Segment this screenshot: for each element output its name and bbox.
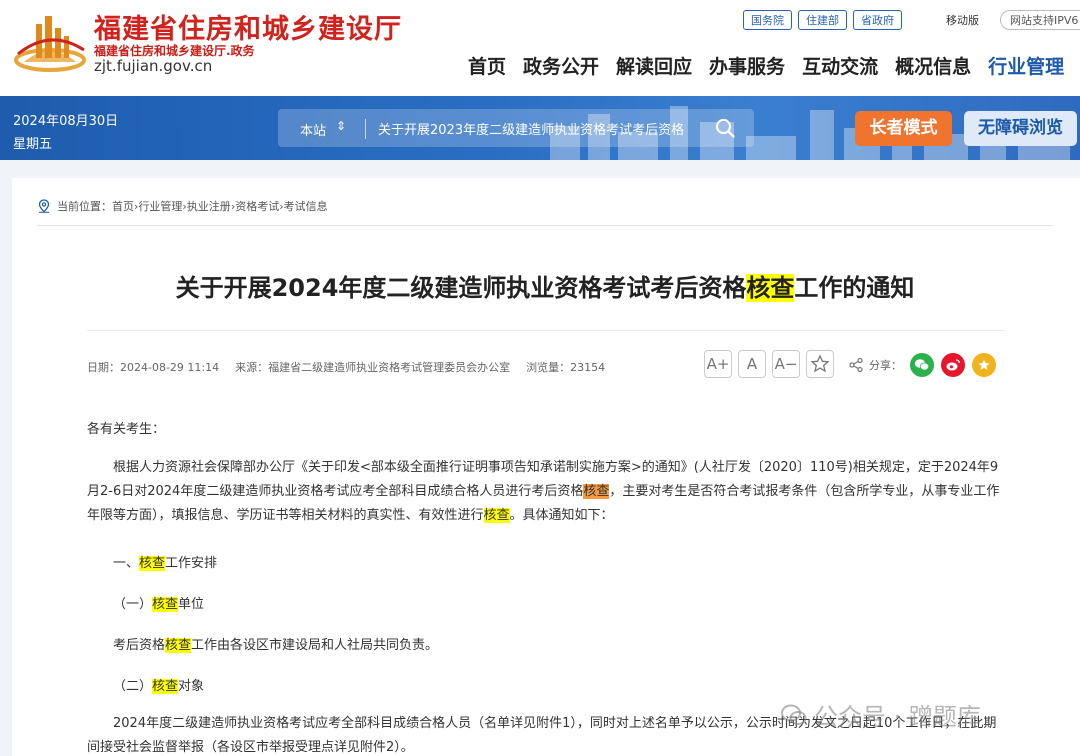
breadcrumb-exam[interactable]: 资格考试 bbox=[235, 198, 279, 214]
share-label: 分享： bbox=[869, 359, 902, 372]
share-buttons bbox=[910, 353, 996, 377]
article-meta: 日期：2024-08-29 11:14 来源：福建省二级建造师执业资格考试管理委… bbox=[87, 359, 605, 375]
breadcrumb: 当前位置： 首页 › 行业管理 › 执业注册 › 资格考试 › 考试信息 bbox=[37, 198, 328, 214]
article-title: 关于开展2024年度二级建造师执业资格考试考后资格核查工作的通知 bbox=[175, 274, 915, 302]
nav-home[interactable]: 首页 bbox=[468, 52, 506, 79]
favorite-button[interactable] bbox=[806, 350, 834, 378]
elder-mode-button[interactable]: 长者模式 bbox=[855, 111, 952, 146]
title-divider bbox=[87, 330, 1005, 331]
article-views: 浏览量：23154 bbox=[526, 361, 606, 374]
share-label-wrap: 分享： bbox=[848, 357, 902, 373]
breadcrumb-home[interactable]: 首页 bbox=[112, 198, 134, 214]
breadcrumb-exam-info[interactable]: 考试信息 bbox=[284, 198, 328, 214]
font-tools: A+ A A− bbox=[704, 350, 834, 378]
top-links: 国务院 住建部 省政府 bbox=[743, 10, 902, 30]
breadcrumb-label: 当前位置： bbox=[57, 200, 112, 213]
breadcrumb-registration[interactable]: 执业注册 bbox=[187, 198, 231, 214]
site-domain: zjt.fujian.gov.cn bbox=[94, 57, 213, 75]
toplink-guowuyuan[interactable]: 国务院 bbox=[743, 10, 792, 30]
wechat-icon bbox=[914, 359, 930, 371]
article-date: 日期：2024-08-29 11:14 bbox=[87, 361, 220, 374]
toplink-shengzhengfu[interactable]: 省政府 bbox=[853, 10, 902, 30]
font-larger-button[interactable]: A+ bbox=[704, 350, 732, 378]
scope-toggle-icon[interactable]: ⇕ bbox=[336, 119, 346, 133]
main-nav: 首页 政务公开 解读回应 办事服务 互动交流 概况信息 行业管理 bbox=[468, 52, 1080, 79]
site-header: 福建省住房和城乡建设厅 福建省住房和城乡建设厅.政务 zjt.fujian.go… bbox=[0, 0, 1080, 96]
section-1-1-heading: （一）核查单位 bbox=[113, 597, 205, 612]
salutation: 各有关考生： bbox=[87, 422, 166, 437]
section-1-heading: 一、核查工作安排 bbox=[113, 556, 218, 571]
share-weibo-button[interactable] bbox=[941, 353, 965, 377]
site-title[interactable]: 福建省住房和城乡建设厅 bbox=[94, 7, 402, 46]
nav-industry-management[interactable]: 行业管理 bbox=[988, 52, 1064, 79]
p1-highlight-2: 核查 bbox=[483, 508, 510, 523]
search-divider bbox=[365, 119, 366, 139]
watermark: 公众号 · 蹭题库 bbox=[780, 697, 981, 732]
star-icon bbox=[810, 354, 830, 373]
font-normal-button[interactable]: A bbox=[738, 350, 766, 378]
wechat-official-icon bbox=[781, 704, 807, 725]
font-smaller-button[interactable]: A− bbox=[772, 350, 800, 378]
star-filled-icon bbox=[978, 359, 990, 370]
section-1-2-heading: （二）核查对象 bbox=[113, 679, 205, 694]
weibo-icon bbox=[946, 359, 961, 371]
p1-highlight-1: 核查 bbox=[583, 484, 610, 499]
nav-services[interactable]: 办事服务 bbox=[709, 52, 785, 79]
breadcrumb-industry[interactable]: 行业管理 bbox=[138, 198, 182, 214]
breadcrumb-divider bbox=[37, 225, 1053, 226]
share-icon bbox=[849, 357, 863, 373]
search-icon[interactable] bbox=[714, 117, 736, 139]
paragraph-1: 根据人力资源社会保障部办公厅《关于印发<部本级全面推行证明事项告知承诺制实施方案… bbox=[87, 460, 1000, 523]
mobile-version-link[interactable]: 移动版 bbox=[946, 12, 979, 28]
nav-interaction[interactable]: 互动交流 bbox=[802, 52, 878, 79]
share-favorite-button[interactable] bbox=[972, 353, 996, 377]
title-highlight: 核查 bbox=[746, 274, 795, 302]
nav-overview[interactable]: 概况信息 bbox=[895, 52, 971, 79]
current-weekday: 星期五 bbox=[13, 137, 53, 152]
ipv6-badge: 网站支持IPV6 bbox=[1000, 10, 1080, 30]
toplink-zhujianbu[interactable]: 住建部 bbox=[798, 10, 847, 30]
location-pin-icon bbox=[38, 199, 50, 213]
article-source: 来源：福建省二级建造师执业资格考试管理委员会办公室 bbox=[235, 361, 511, 374]
accessible-browse-button[interactable]: 无障碍浏览 bbox=[964, 111, 1077, 146]
share-wechat-button[interactable] bbox=[910, 353, 934, 377]
paragraph-2: 考后资格核查工作由各设区市建设局和人社局共同负责。 bbox=[113, 638, 439, 653]
watermark-text: 公众号 · 蹭题库 bbox=[814, 703, 981, 731]
nav-interpretation[interactable]: 解读回应 bbox=[616, 52, 692, 79]
search-input[interactable]: 关于开展2023年度二级建造师执业资格考试考后资格 bbox=[378, 119, 690, 138]
logo-icon[interactable] bbox=[14, 10, 86, 72]
current-date: 2024年08月30日 bbox=[13, 114, 119, 129]
search-scope-select[interactable]: 本站 bbox=[300, 120, 326, 139]
nav-gov-affairs[interactable]: 政务公开 bbox=[523, 52, 599, 79]
